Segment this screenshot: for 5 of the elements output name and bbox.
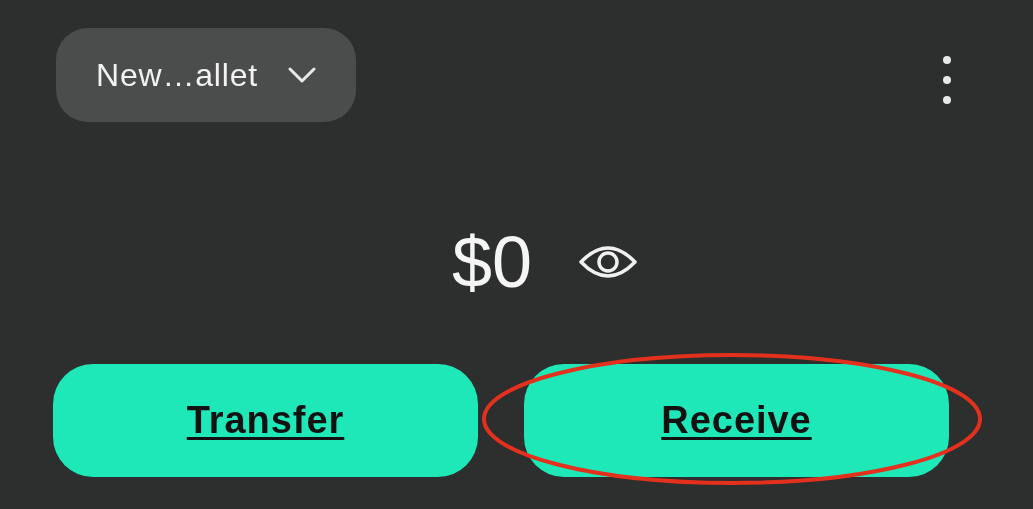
balance-amount: $0 — [452, 222, 533, 302]
action-button[interactable]: Transfer — [53, 364, 478, 477]
wallet-dropdown[interactable]: New…allet — [56, 28, 356, 122]
action-button[interactable]: Receive — [524, 364, 949, 477]
chevron-down-icon — [287, 67, 316, 83]
